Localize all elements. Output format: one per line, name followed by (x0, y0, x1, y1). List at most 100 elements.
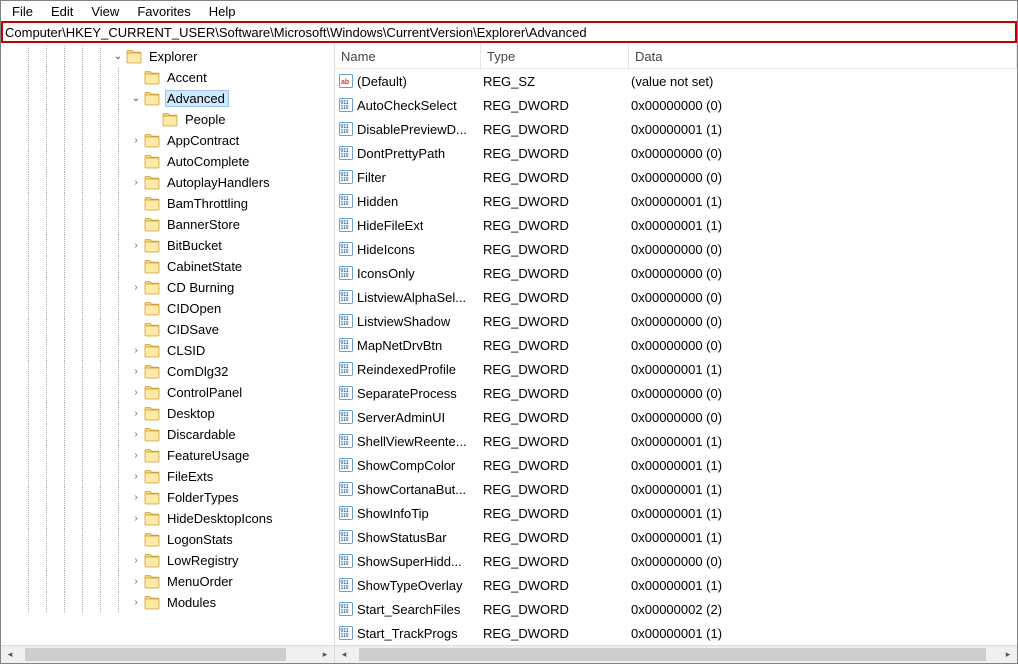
list-hscroll[interactable]: ◂ ▸ (335, 645, 1017, 663)
reg-value-name: Start_SearchFiles (357, 602, 460, 617)
reg-dword-icon: 011 110 (337, 288, 355, 306)
chevron-right-icon[interactable]: › (129, 429, 143, 440)
reg-value-row[interactable]: 011 110 ShellViewReente...REG_DWORD0x000… (335, 429, 1017, 453)
tree-item-lowregistry[interactable]: › LowRegistry (3, 550, 334, 571)
chevron-right-icon[interactable]: › (129, 345, 143, 356)
reg-value-row[interactable]: 011 110 ListviewShadowREG_DWORD0x0000000… (335, 309, 1017, 333)
tree-item-fileexts[interactable]: › FileExts (3, 466, 334, 487)
tree-hscroll[interactable]: ◂ ▸ (1, 645, 334, 663)
tree-item-logonstats[interactable]: LogonStats (3, 529, 334, 550)
col-header-data[interactable]: Data (629, 44, 1017, 68)
tree-item-bitbucket[interactable]: › BitBucket (3, 235, 334, 256)
chevron-down-icon[interactable]: ⌄ (129, 93, 143, 104)
list-hscroll-left-arrow[interactable]: ◂ (335, 646, 353, 663)
tree-item-label: LogonStats (165, 531, 237, 548)
reg-value-type: REG_DWORD (481, 362, 629, 377)
folder-icon (161, 112, 179, 128)
reg-value-row[interactable]: 011 110 ShowTypeOverlayREG_DWORD0x000000… (335, 573, 1017, 597)
tree-item-advanced[interactable]: ⌄ Advanced (3, 88, 334, 109)
tree-view[interactable]: ⌄ Explorer Accent⌄ Advanced People› AppC… (1, 44, 334, 645)
menu-favorites[interactable]: Favorites (128, 3, 199, 20)
chevron-right-icon[interactable]: › (129, 135, 143, 146)
reg-value-row[interactable]: 011 110 DisablePreviewD...REG_DWORD0x000… (335, 117, 1017, 141)
list-hscroll-right-arrow[interactable]: ▸ (999, 646, 1017, 663)
tree-item-comdlg32[interactable]: › ComDlg32 (3, 361, 334, 382)
tree-item-clsid[interactable]: › CLSID (3, 340, 334, 361)
chevron-right-icon[interactable]: › (129, 177, 143, 188)
reg-value-row[interactable]: 011 110 FilterREG_DWORD0x00000000 (0) (335, 165, 1017, 189)
chevron-right-icon[interactable]: › (129, 450, 143, 461)
reg-value-row[interactable]: 011 110 Start_SearchFilesREG_DWORD0x0000… (335, 597, 1017, 621)
chevron-right-icon[interactable]: › (129, 597, 143, 608)
reg-value-row[interactable]: ab (Default)REG_SZ(value not set) (335, 69, 1017, 93)
tree-hscroll-thumb[interactable] (25, 648, 286, 661)
reg-value-row[interactable]: 011 110 ServerAdminUIREG_DWORD0x00000000… (335, 405, 1017, 429)
tree-item-featureusage[interactable]: › FeatureUsage (3, 445, 334, 466)
chevron-right-icon[interactable]: › (129, 576, 143, 587)
tree-item-menuorder[interactable]: › MenuOrder (3, 571, 334, 592)
reg-value-row[interactable]: 011 110 HideFileExtREG_DWORD0x00000001 (… (335, 213, 1017, 237)
tree-item-hidedesktopicons[interactable]: › HideDesktopIcons (3, 508, 334, 529)
list-view[interactable]: ab (Default)REG_SZ(value not set) 011 11… (335, 69, 1017, 645)
menu-help[interactable]: Help (200, 3, 245, 20)
tree-item-desktop[interactable]: › Desktop (3, 403, 334, 424)
chevron-right-icon[interactable]: › (129, 408, 143, 419)
reg-value-name: DontPrettyPath (357, 146, 445, 161)
reg-value-row[interactable]: 011 110 HideIconsREG_DWORD0x00000000 (0) (335, 237, 1017, 261)
reg-value-row[interactable]: 011 110 MapNetDrvBtnREG_DWORD0x00000000 … (335, 333, 1017, 357)
reg-value-row[interactable]: 011 110 ShowCortanaBut...REG_DWORD0x0000… (335, 477, 1017, 501)
tree-item-explorer[interactable]: ⌄ Explorer (3, 46, 334, 67)
tree-item-cabinetstate[interactable]: CabinetState (3, 256, 334, 277)
list-hscroll-thumb[interactable] (359, 648, 986, 661)
tree-item-appcontract[interactable]: › AppContract (3, 130, 334, 151)
chevron-right-icon[interactable]: › (129, 240, 143, 251)
col-header-name[interactable]: Name (335, 44, 481, 68)
tree-item-modules[interactable]: › Modules (3, 592, 334, 613)
menu-file[interactable]: File (3, 3, 42, 20)
reg-value-row[interactable]: 011 110 AutoCheckSelectREG_DWORD0x000000… (335, 93, 1017, 117)
reg-value-row[interactable]: 011 110 IconsOnlyREG_DWORD0x00000000 (0) (335, 261, 1017, 285)
tree-hscroll-right-arrow[interactable]: ▸ (316, 646, 334, 663)
tree-hscroll-track[interactable] (19, 646, 316, 663)
reg-value-row[interactable]: 011 110 ReindexedProfileREG_DWORD0x00000… (335, 357, 1017, 381)
tree-item-cidsave[interactable]: CIDSave (3, 319, 334, 340)
tree-item-cd-burning[interactable]: › CD Burning (3, 277, 334, 298)
chevron-right-icon[interactable]: › (129, 282, 143, 293)
menu-view[interactable]: View (82, 3, 128, 20)
chevron-right-icon[interactable]: › (129, 492, 143, 503)
tree-item-foldertypes[interactable]: › FolderTypes (3, 487, 334, 508)
tree-hscroll-left-arrow[interactable]: ◂ (1, 646, 19, 663)
tree-item-autocomplete[interactable]: AutoComplete (3, 151, 334, 172)
tree-item-controlpanel[interactable]: › ControlPanel (3, 382, 334, 403)
tree-item-accent[interactable]: Accent (3, 67, 334, 88)
tree-item-autoplayhandlers[interactable]: › AutoplayHandlers (3, 172, 334, 193)
menu-edit[interactable]: Edit (42, 3, 82, 20)
tree-item-label: Desktop (165, 405, 219, 422)
reg-value-row[interactable]: 011 110 Start_TrackProgsREG_DWORD0x00000… (335, 621, 1017, 645)
tree-item-bamthrottling[interactable]: BamThrottling (3, 193, 334, 214)
svg-text:110: 110 (341, 609, 349, 615)
chevron-right-icon[interactable]: › (129, 366, 143, 377)
reg-value-row[interactable]: 011 110 ShowStatusBarREG_DWORD0x00000001… (335, 525, 1017, 549)
reg-value-row[interactable]: 011 110 ShowInfoTipREG_DWORD0x00000001 (… (335, 501, 1017, 525)
chevron-down-icon[interactable]: ⌄ (111, 51, 125, 62)
chevron-right-icon[interactable]: › (129, 555, 143, 566)
col-header-type[interactable]: Type (481, 44, 629, 68)
reg-value-row[interactable]: 011 110 ShowCompColorREG_DWORD0x00000001… (335, 453, 1017, 477)
tree-item-discardable[interactable]: › Discardable (3, 424, 334, 445)
address-bar[interactable]: Computer\HKEY_CURRENT_USER\Software\Micr… (1, 21, 1017, 43)
reg-value-row[interactable]: 011 110 DontPrettyPathREG_DWORD0x0000000… (335, 141, 1017, 165)
reg-value-row[interactable]: 011 110 ListviewAlphaSel...REG_DWORD0x00… (335, 285, 1017, 309)
chevron-right-icon[interactable]: › (129, 471, 143, 482)
svg-text:110: 110 (341, 633, 349, 639)
tree-item-label: CabinetState (165, 258, 246, 275)
reg-value-row[interactable]: 011 110 ShowSuperHidd...REG_DWORD0x00000… (335, 549, 1017, 573)
reg-value-row[interactable]: 011 110 HiddenREG_DWORD0x00000001 (1) (335, 189, 1017, 213)
chevron-right-icon[interactable]: › (129, 387, 143, 398)
list-hscroll-track[interactable] (353, 646, 999, 663)
tree-item-cidopen[interactable]: CIDOpen (3, 298, 334, 319)
chevron-right-icon[interactable]: › (129, 513, 143, 524)
reg-value-row[interactable]: 011 110 SeparateProcessREG_DWORD0x000000… (335, 381, 1017, 405)
tree-item-bannerstore[interactable]: BannerStore (3, 214, 334, 235)
tree-item-people[interactable]: People (3, 109, 334, 130)
